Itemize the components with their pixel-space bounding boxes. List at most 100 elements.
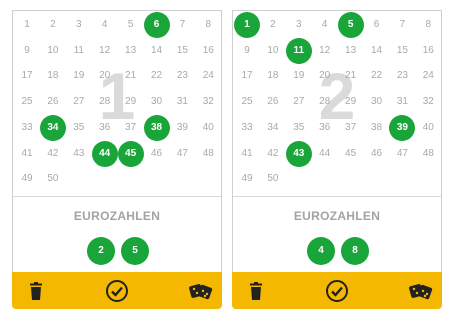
lotto-number[interactable]: 23 (389, 63, 415, 89)
lotto-number[interactable]: 16 (195, 38, 221, 64)
lotto-number-selected[interactable]: 38 (143, 114, 170, 141)
lotto-number[interactable]: 35 (66, 115, 92, 141)
lotto-number[interactable]: 41 (14, 141, 40, 167)
lotto-number[interactable]: 24 (415, 63, 441, 89)
lotto-number[interactable]: 7 (389, 12, 415, 38)
lotto-number[interactable]: 14 (144, 38, 170, 64)
lotto-number[interactable]: 40 (415, 115, 441, 141)
lotto-number[interactable]: 26 (40, 89, 66, 115)
lotto-number[interactable]: 37 (118, 115, 144, 141)
lotto-number[interactable]: 13 (118, 38, 144, 64)
lotto-number[interactable]: 30 (364, 89, 390, 115)
lotto-number[interactable]: 12 (312, 38, 338, 64)
lotto-number[interactable]: 38 (364, 115, 390, 141)
lotto-number-selected[interactable]: 5 (337, 12, 364, 38)
lotto-number[interactable]: 2 (40, 12, 66, 38)
lotto-number[interactable]: 48 (415, 141, 441, 167)
lotto-number[interactable]: 50 (260, 166, 286, 192)
lotto-number[interactable]: 9 (234, 38, 260, 64)
euro-number[interactable]: 2 (87, 237, 115, 265)
lotto-number[interactable]: 16 (415, 38, 441, 64)
lotto-number[interactable]: 19 (66, 63, 92, 89)
lotto-number[interactable]: 31 (389, 89, 415, 115)
lotto-number[interactable]: 19 (286, 63, 312, 89)
lotto-number[interactable]: 20 (312, 63, 338, 89)
quick-pick-button[interactable] (188, 278, 214, 304)
lotto-number[interactable]: 42 (40, 141, 66, 167)
lotto-number[interactable]: 42 (260, 141, 286, 167)
lotto-number[interactable]: 48 (195, 141, 221, 167)
lotto-number[interactable]: 25 (14, 89, 40, 115)
lotto-number[interactable]: 11 (66, 38, 92, 64)
lotto-number[interactable]: 49 (14, 166, 40, 192)
lotto-number[interactable]: 10 (40, 38, 66, 64)
lotto-number[interactable]: 33 (14, 115, 40, 141)
lotto-number[interactable]: 14 (364, 38, 390, 64)
lotto-number[interactable]: 8 (415, 12, 441, 38)
lotto-number[interactable]: 40 (195, 115, 221, 141)
euro-number[interactable]: 5 (121, 237, 149, 265)
lotto-number[interactable]: 13 (338, 38, 364, 64)
lotto-number[interactable]: 9 (14, 38, 40, 64)
lotto-number[interactable]: 10 (260, 38, 286, 64)
lotto-number[interactable]: 4 (92, 12, 118, 38)
lotto-number-selected[interactable]: 43 (285, 140, 312, 167)
lotto-number[interactable]: 20 (92, 63, 118, 89)
euro-number[interactable]: 4 (307, 237, 335, 265)
lotto-number[interactable]: 35 (286, 115, 312, 141)
lotto-number[interactable]: 18 (40, 63, 66, 89)
lotto-number[interactable]: 17 (234, 63, 260, 89)
lotto-number-selected[interactable]: 45 (117, 140, 144, 167)
lotto-number[interactable]: 31 (169, 89, 195, 115)
delete-button[interactable] (243, 278, 269, 304)
lotto-number[interactable]: 5 (118, 12, 144, 38)
lotto-number[interactable]: 3 (66, 12, 92, 38)
lotto-number[interactable]: 47 (389, 141, 415, 167)
lotto-number[interactable]: 39 (169, 115, 195, 141)
lotto-number[interactable]: 36 (312, 115, 338, 141)
lotto-number[interactable]: 37 (338, 115, 364, 141)
lotto-number[interactable]: 22 (364, 63, 390, 89)
lotto-number[interactable]: 22 (144, 63, 170, 89)
lotto-number[interactable]: 7 (169, 12, 195, 38)
lotto-number[interactable]: 23 (169, 63, 195, 89)
lotto-number[interactable]: 25 (234, 89, 260, 115)
lotto-number-selected[interactable]: 34 (39, 114, 66, 141)
lotto-number[interactable]: 1 (14, 12, 40, 38)
lotto-number[interactable]: 15 (389, 38, 415, 64)
lotto-number[interactable]: 41 (234, 141, 260, 167)
lotto-number[interactable]: 18 (260, 63, 286, 89)
lotto-number[interactable]: 15 (169, 38, 195, 64)
lotto-number[interactable]: 47 (169, 141, 195, 167)
confirm-button[interactable] (324, 278, 350, 304)
lotto-number[interactable]: 3 (286, 12, 312, 38)
lotto-number[interactable]: 21 (338, 63, 364, 89)
euro-number[interactable]: 8 (341, 237, 369, 265)
lotto-number[interactable]: 27 (66, 89, 92, 115)
lotto-number[interactable]: 28 (312, 89, 338, 115)
lotto-number[interactable]: 43 (66, 141, 92, 167)
lotto-number[interactable]: 2 (260, 12, 286, 38)
lotto-number[interactable]: 34 (260, 115, 286, 141)
lotto-number[interactable]: 21 (118, 63, 144, 89)
lotto-number[interactable]: 46 (364, 141, 390, 167)
lotto-number[interactable]: 29 (118, 89, 144, 115)
lotto-number-selected[interactable]: 6 (143, 12, 170, 38)
lotto-number[interactable]: 45 (338, 141, 364, 167)
quick-pick-button[interactable] (408, 278, 434, 304)
lotto-number[interactable]: 36 (92, 115, 118, 141)
confirm-button[interactable] (104, 278, 130, 304)
lotto-number[interactable]: 12 (92, 38, 118, 64)
lotto-number[interactable]: 30 (144, 89, 170, 115)
lotto-number[interactable]: 8 (195, 12, 221, 38)
lotto-number-selected[interactable]: 44 (91, 140, 118, 167)
lotto-number[interactable]: 24 (195, 63, 221, 89)
lotto-number[interactable]: 46 (144, 141, 170, 167)
lotto-number[interactable]: 26 (260, 89, 286, 115)
lotto-number[interactable]: 28 (92, 89, 118, 115)
lotto-number-selected[interactable]: 11 (285, 37, 312, 64)
lotto-number[interactable]: 44 (312, 141, 338, 167)
lotto-number[interactable]: 32 (415, 89, 441, 115)
lotto-number[interactable]: 27 (286, 89, 312, 115)
lotto-number[interactable]: 29 (338, 89, 364, 115)
